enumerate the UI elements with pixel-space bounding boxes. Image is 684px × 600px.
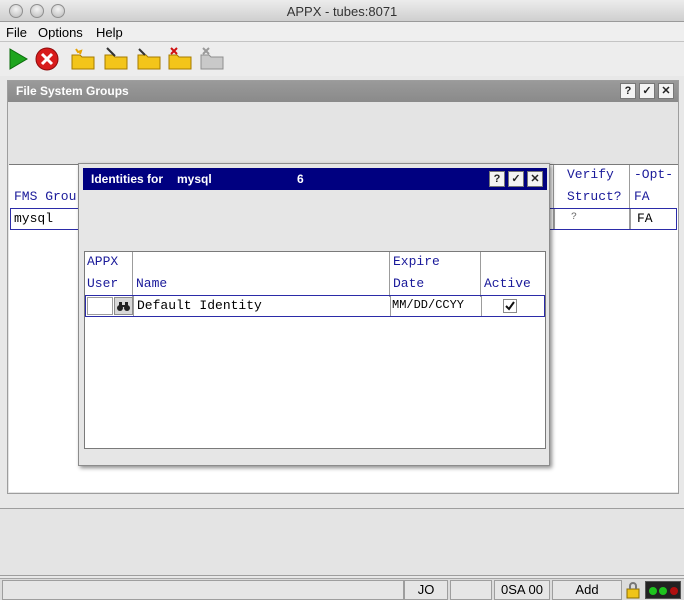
status-bar: JO 0SA 00 Add xyxy=(0,578,684,600)
window-title: APPX - tubes:8071 xyxy=(286,4,398,19)
menu-options[interactable]: Options xyxy=(38,25,83,40)
checkmark-icon xyxy=(505,301,515,311)
col-opt-line2: FA xyxy=(634,189,650,204)
delete-folder-icon[interactable] xyxy=(167,46,193,72)
appx-user-field[interactable] xyxy=(87,297,113,315)
menu-help[interactable]: Help xyxy=(96,25,123,40)
col-expire-line2: Date xyxy=(393,276,425,291)
dialog-title-group: mysql xyxy=(177,172,212,186)
identities-grid: APPX User Name Expire Date Active Defaul… xyxy=(84,251,546,449)
col-expire-line1: Expire xyxy=(393,254,440,269)
menu-file[interactable]: File xyxy=(6,25,27,40)
expire-date-cell[interactable]: MM/DD/CCYY xyxy=(392,298,464,312)
panel-title: File System Groups xyxy=(16,84,129,98)
status-message xyxy=(2,580,404,600)
activity-lights-icon xyxy=(645,581,681,599)
toolbar xyxy=(0,42,684,76)
status-user: JO xyxy=(404,580,448,600)
panel-ok-button[interactable]: ✓ xyxy=(639,83,655,99)
panel-close-button[interactable]: ✕ xyxy=(658,83,674,99)
verify-struct-cell[interactable]: ? xyxy=(571,212,577,223)
fms-group-cell[interactable]: mysql xyxy=(14,211,53,226)
col-appx-line2: User xyxy=(87,276,119,291)
col-fms-group: FMS Grou xyxy=(14,189,77,204)
lock-icon xyxy=(624,581,642,599)
active-checkbox[interactable] xyxy=(503,299,517,313)
column-divider xyxy=(480,252,481,297)
status-process: 0SA 00 xyxy=(494,580,550,600)
run-icon[interactable] xyxy=(5,46,31,72)
new-folder-icon[interactable] xyxy=(70,46,96,72)
table-row[interactable]: Default Identity MM/DD/CCYY xyxy=(85,295,545,317)
dialog-title-count: 6 xyxy=(297,172,304,186)
cancel-icon[interactable] xyxy=(34,46,60,72)
col-name: Name xyxy=(136,276,168,291)
dialog-ok-button[interactable]: ✓ xyxy=(508,171,524,187)
dialog-close-button[interactable]: ✕ xyxy=(527,171,543,187)
edit-folder-icon[interactable] xyxy=(103,46,129,72)
identities-dialog: Identities for mysql 6 ? ✓ ✕ APPX User N… xyxy=(78,163,550,466)
column-divider xyxy=(389,252,390,297)
column-divider xyxy=(132,252,133,297)
status-mode: Add xyxy=(552,580,622,600)
window-titlebar: APPX - tubes:8071 xyxy=(0,0,684,22)
col-active: Active xyxy=(484,276,531,291)
col-verify-line2: Struct? xyxy=(567,189,622,204)
dialog-title-label: Identities for xyxy=(91,172,164,186)
bottom-area xyxy=(0,508,684,576)
status-blank xyxy=(450,580,492,600)
menu-bar: File Options Help xyxy=(0,22,684,42)
col-verify-line1: Verify xyxy=(567,167,614,182)
opt-cell[interactable]: FA xyxy=(637,211,653,226)
dialog-help-button[interactable]: ? xyxy=(489,171,505,187)
panel-titlebar: File System Groups ? ✓ ✕ xyxy=(8,81,678,102)
col-appx-line1: APPX xyxy=(87,254,119,269)
identity-name-cell[interactable]: Default Identity xyxy=(137,298,262,313)
disabled-folder-icon[interactable] xyxy=(199,46,225,72)
binoculars-icon[interactable] xyxy=(114,297,133,315)
panel-help-button[interactable]: ? xyxy=(620,83,636,99)
open-folder-icon[interactable] xyxy=(136,46,162,72)
col-opt-line1: -Opt- xyxy=(634,167,674,182)
dialog-titlebar: Identities for mysql 6 ? ✓ ✕ xyxy=(83,168,547,190)
